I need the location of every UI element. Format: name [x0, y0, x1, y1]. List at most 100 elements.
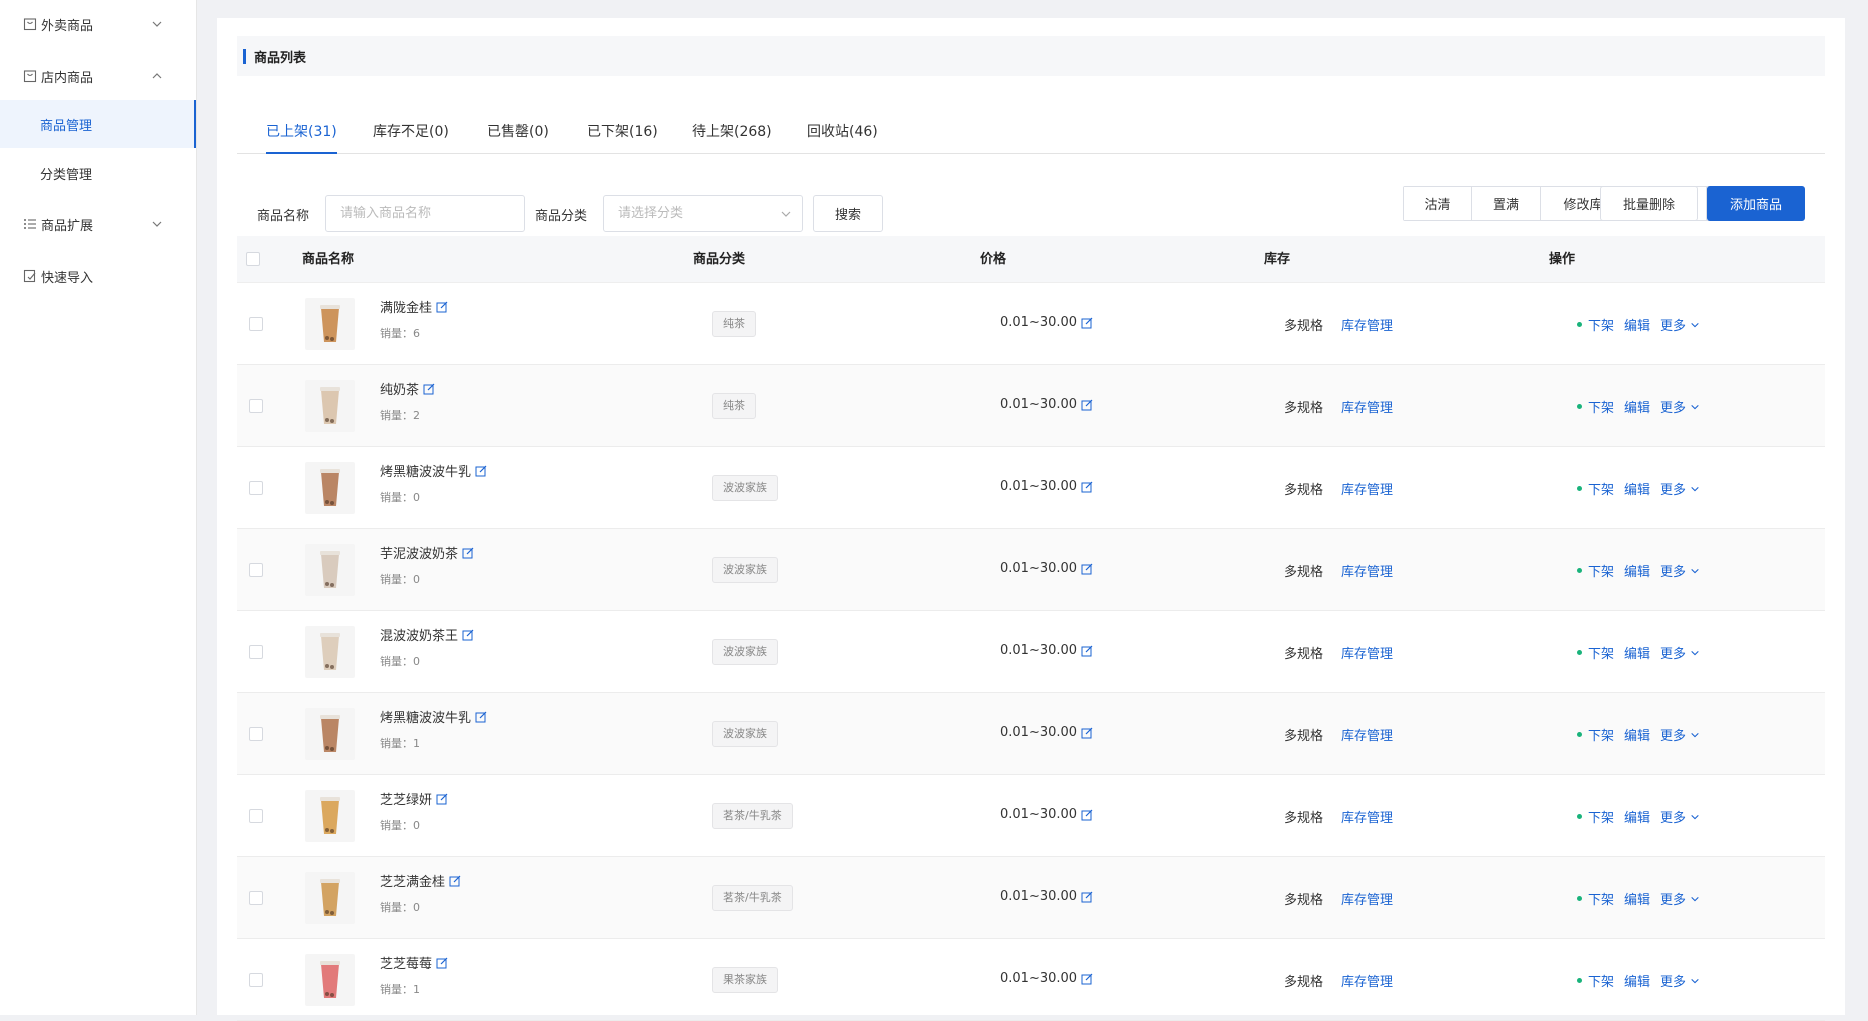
more-link[interactable]: 更多: [1660, 889, 1686, 908]
product-sales: 销量：6: [380, 327, 420, 340]
more-link[interactable]: 更多: [1660, 643, 1686, 662]
tab-on-shelf[interactable]: 已上架(31): [266, 106, 337, 154]
stock-management-link[interactable]: 库存管理: [1341, 315, 1393, 334]
edit-icon[interactable]: [1081, 317, 1093, 329]
sidebar-item-category-management[interactable]: 分类管理: [0, 149, 196, 197]
unshelve-link[interactable]: 下架: [1588, 889, 1614, 908]
header-name: 商品名称: [302, 252, 355, 267]
stock-management-link[interactable]: 库存管理: [1341, 725, 1393, 744]
edit-link[interactable]: 编辑: [1624, 479, 1650, 498]
chevron-down-icon: [152, 221, 162, 227]
search-button[interactable]: 搜索: [813, 195, 883, 232]
row-checkbox[interactable]: [249, 399, 263, 413]
edit-icon[interactable]: [436, 957, 448, 969]
stock-management-link[interactable]: 库存管理: [1341, 971, 1393, 990]
sidebar-item-quick-import[interactable]: 快速导入: [0, 252, 196, 300]
edit-icon[interactable]: [449, 875, 461, 887]
edit-link[interactable]: 编辑: [1624, 807, 1650, 826]
more-link[interactable]: 更多: [1660, 807, 1686, 826]
product-thumbnail: [305, 298, 355, 350]
edit-icon[interactable]: [1081, 973, 1093, 985]
tab-recycle-bin[interactable]: 回收站(46): [807, 106, 878, 154]
price-text: 0.01~30.00: [1000, 479, 1078, 494]
stock-management-link[interactable]: 库存管理: [1341, 807, 1393, 826]
more-link[interactable]: 更多: [1660, 397, 1686, 416]
edit-icon[interactable]: [1081, 809, 1093, 821]
row-checkbox[interactable]: [249, 481, 263, 495]
unshelve-link[interactable]: 下架: [1588, 807, 1614, 826]
edit-icon[interactable]: [436, 793, 448, 805]
unshelve-link[interactable]: 下架: [1588, 643, 1614, 662]
sidebar-item-product-management[interactable]: 商品管理: [0, 100, 196, 148]
edit-icon[interactable]: [423, 383, 435, 395]
row-checkbox[interactable]: [249, 973, 263, 987]
chevron-down-icon: [1691, 978, 1699, 983]
edit-icon[interactable]: [1081, 645, 1093, 657]
edit-link[interactable]: 编辑: [1624, 397, 1650, 416]
edit-icon[interactable]: [436, 301, 448, 313]
edit-link[interactable]: 编辑: [1624, 725, 1650, 744]
import-icon: [22, 269, 37, 284]
fill-stock-button[interactable]: 置满: [1472, 187, 1541, 220]
select-all-checkbox[interactable]: [246, 252, 260, 266]
batch-delete-button[interactable]: 批量删除: [1600, 186, 1698, 221]
product-name-text: 烤黑糖波波牛乳: [380, 465, 472, 480]
stock-management-link[interactable]: 库存管理: [1341, 561, 1393, 580]
sidebar-item-takeout[interactable]: 外卖商品: [0, 0, 196, 48]
row-checkbox[interactable]: [249, 891, 263, 905]
product-sales: 销量：2: [380, 409, 420, 422]
more-link[interactable]: 更多: [1660, 315, 1686, 334]
stock-type: 多规格: [1284, 647, 1324, 662]
edit-icon[interactable]: [462, 629, 474, 641]
row-checkbox[interactable]: [249, 727, 263, 741]
edit-link[interactable]: 编辑: [1624, 561, 1650, 580]
tab-pending[interactable]: 待上架(268): [692, 106, 772, 154]
category-select[interactable]: 请选择分类: [603, 195, 803, 232]
tab-low-stock[interactable]: 库存不足(0): [373, 106, 449, 154]
unshelve-link[interactable]: 下架: [1588, 561, 1614, 580]
stock-management-link[interactable]: 库存管理: [1341, 889, 1393, 908]
edit-icon[interactable]: [1081, 563, 1093, 575]
status-dot: [1577, 486, 1582, 491]
edit-icon[interactable]: [475, 711, 487, 723]
sidebar-item-label: 商品管理: [40, 118, 93, 134]
tab-sold-out[interactable]: 已售罄(0): [487, 106, 549, 154]
unshelve-link[interactable]: 下架: [1588, 315, 1614, 334]
stock-management-link[interactable]: 库存管理: [1341, 643, 1393, 662]
add-product-button[interactable]: 添加商品: [1707, 186, 1805, 221]
stock-management-link[interactable]: 库存管理: [1341, 397, 1393, 416]
chevron-down-icon: [1691, 732, 1699, 737]
unshelve-link[interactable]: 下架: [1588, 971, 1614, 990]
row-checkbox[interactable]: [249, 563, 263, 577]
unshelve-link[interactable]: 下架: [1588, 397, 1614, 416]
row-checkbox[interactable]: [249, 809, 263, 823]
edit-icon[interactable]: [462, 547, 474, 559]
edit-icon[interactable]: [1081, 727, 1093, 739]
clear-stock-button[interactable]: 沽清: [1404, 187, 1472, 220]
category-tag: 波波家族: [712, 557, 778, 583]
edit-link[interactable]: 编辑: [1624, 971, 1650, 990]
edit-icon[interactable]: [1081, 891, 1093, 903]
sidebar-item-instore[interactable]: 店内商品: [0, 52, 196, 100]
product-thumbnail: [305, 462, 355, 514]
tab-off-shelf[interactable]: 已下架(16): [587, 106, 658, 154]
more-link[interactable]: 更多: [1660, 971, 1686, 990]
chevron-up-icon: [152, 73, 162, 79]
product-name-input[interactable]: 请输入商品名称: [325, 195, 525, 232]
edit-icon[interactable]: [1081, 481, 1093, 493]
more-link[interactable]: 更多: [1660, 479, 1686, 498]
more-link[interactable]: 更多: [1660, 561, 1686, 580]
unshelve-link[interactable]: 下架: [1588, 479, 1614, 498]
more-link[interactable]: 更多: [1660, 725, 1686, 744]
stock-management-link[interactable]: 库存管理: [1341, 479, 1393, 498]
row-checkbox[interactable]: [249, 317, 263, 331]
edit-link[interactable]: 编辑: [1624, 315, 1650, 334]
unshelve-link[interactable]: 下架: [1588, 725, 1614, 744]
edit-icon[interactable]: [1081, 399, 1093, 411]
sidebar-item-product-extension[interactable]: 商品扩展: [0, 200, 196, 248]
category-tag: 波波家族: [712, 475, 778, 501]
edit-link[interactable]: 编辑: [1624, 889, 1650, 908]
edit-link[interactable]: 编辑: [1624, 643, 1650, 662]
row-checkbox[interactable]: [249, 645, 263, 659]
edit-icon[interactable]: [475, 465, 487, 477]
